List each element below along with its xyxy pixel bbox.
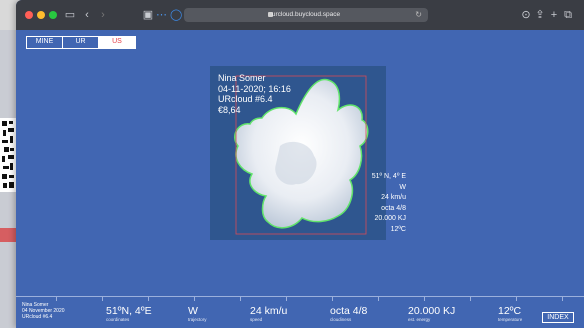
footer-energy: 20.000 KJ est. energy	[408, 305, 455, 323]
cloud-info-block: Nina Somer 04-11-2020; 16:16 URcloud #6.…	[218, 73, 291, 115]
footer-speed-value: 24 km/u	[250, 305, 288, 317]
extension-icon[interactable]: ▣	[142, 7, 154, 23]
minimize-window-icon[interactable]	[37, 11, 45, 19]
footer-coordinates-label: coordinates	[106, 317, 130, 322]
stat-speed: 24 km/u	[381, 194, 406, 202]
lang-option-mine[interactable]: MINE	[27, 37, 63, 48]
footer-identity: Nina Somer 04 November 2020 URcloud #6.4	[22, 302, 65, 320]
browser-toolbar: ▭ ‹ › ▣ ⋯ ◯ ◐ urcloud.buycloud.space ↻ ⊙…	[16, 0, 584, 30]
footer-cloudiness-value: octa 4/8	[330, 305, 368, 317]
back-icon[interactable]: ‹	[82, 7, 92, 23]
close-window-icon[interactable]	[25, 11, 33, 19]
sidebar-icon[interactable]: ▭	[64, 7, 76, 23]
language-switcher: MINE UR US	[26, 36, 136, 49]
footer-bar: Nina Somer 04 November 2020 URcloud #6.4…	[16, 296, 584, 328]
download-icon[interactable]: ⊙	[520, 7, 532, 23]
footer-cloud-id: URcloud #6.4	[22, 314, 53, 320]
share-icon[interactable]: ⇪	[534, 7, 546, 23]
footer-temperature-label: temperature	[498, 317, 523, 322]
new-tab-icon[interactable]: +	[548, 7, 560, 23]
browser-window: ▭ ‹ › ▣ ⋯ ◯ ◐ urcloud.buycloud.space ↻ ⊙…	[16, 0, 584, 328]
footer-trajectory-value: W	[188, 305, 198, 317]
cloud-stats-overlay: 51º N, 4º E W 24 km/u octa 4/8 20.000 KJ…	[372, 172, 406, 236]
background-qr-code	[0, 118, 16, 192]
footer-trajectory-label: trajectory	[188, 317, 207, 322]
footer-trajectory: W trajectory	[188, 305, 207, 323]
footer-cloudiness: octa 4/8 cloudiness	[330, 305, 367, 323]
footer-cloudiness-label: cloudiness	[330, 317, 352, 322]
owner-name: Nina Somer	[218, 73, 266, 83]
lang-option-us[interactable]: US	[99, 37, 135, 48]
dots-extension-icon[interactable]: ⋯	[156, 7, 167, 23]
tab-overview-icon[interactable]: ⧉	[562, 7, 574, 23]
footer-temperature-value: 12ºC	[498, 305, 522, 317]
footer-speed-label: speed	[250, 317, 263, 322]
capture-datetime: 04-11-2020; 16:16	[218, 83, 291, 94]
stat-cloudiness: octa 4/8	[381, 204, 406, 212]
stat-energy: 20.000 KJ	[374, 215, 406, 223]
footer-coordinates: 51ºN, 4ºE coordinates	[106, 305, 152, 323]
cloud-id: URcloud #6.4	[218, 94, 273, 104]
reload-icon[interactable]: ↻	[415, 8, 422, 22]
stat-coordinates: 51º N, 4º E	[371, 173, 406, 180]
footer-temperature: 12ºC temperature	[498, 305, 522, 323]
address-text: urcloud.buycloud.space	[271, 11, 341, 18]
lang-option-ur[interactable]: UR	[63, 37, 99, 48]
footer-energy-label: est. energy	[408, 317, 431, 322]
footer-coordinates-value: 51ºN, 4ºE	[106, 305, 152, 317]
cloud-price: €8,64	[218, 104, 241, 115]
footer-energy-value: 20.000 KJ	[408, 305, 456, 317]
address-bar[interactable]: urcloud.buycloud.space ↻	[184, 8, 428, 22]
forward-icon[interactable]: ›	[98, 7, 108, 23]
maximize-window-icon[interactable]	[49, 11, 57, 19]
stat-trajectory: W	[399, 183, 406, 191]
stat-temperature: 12ºC	[390, 225, 406, 233]
footer-speed: 24 km/u speed	[250, 305, 287, 323]
footer-ruler	[16, 296, 584, 302]
circle-extension-icon[interactable]: ◯	[170, 7, 182, 23]
index-button[interactable]: INDEX	[542, 312, 574, 323]
